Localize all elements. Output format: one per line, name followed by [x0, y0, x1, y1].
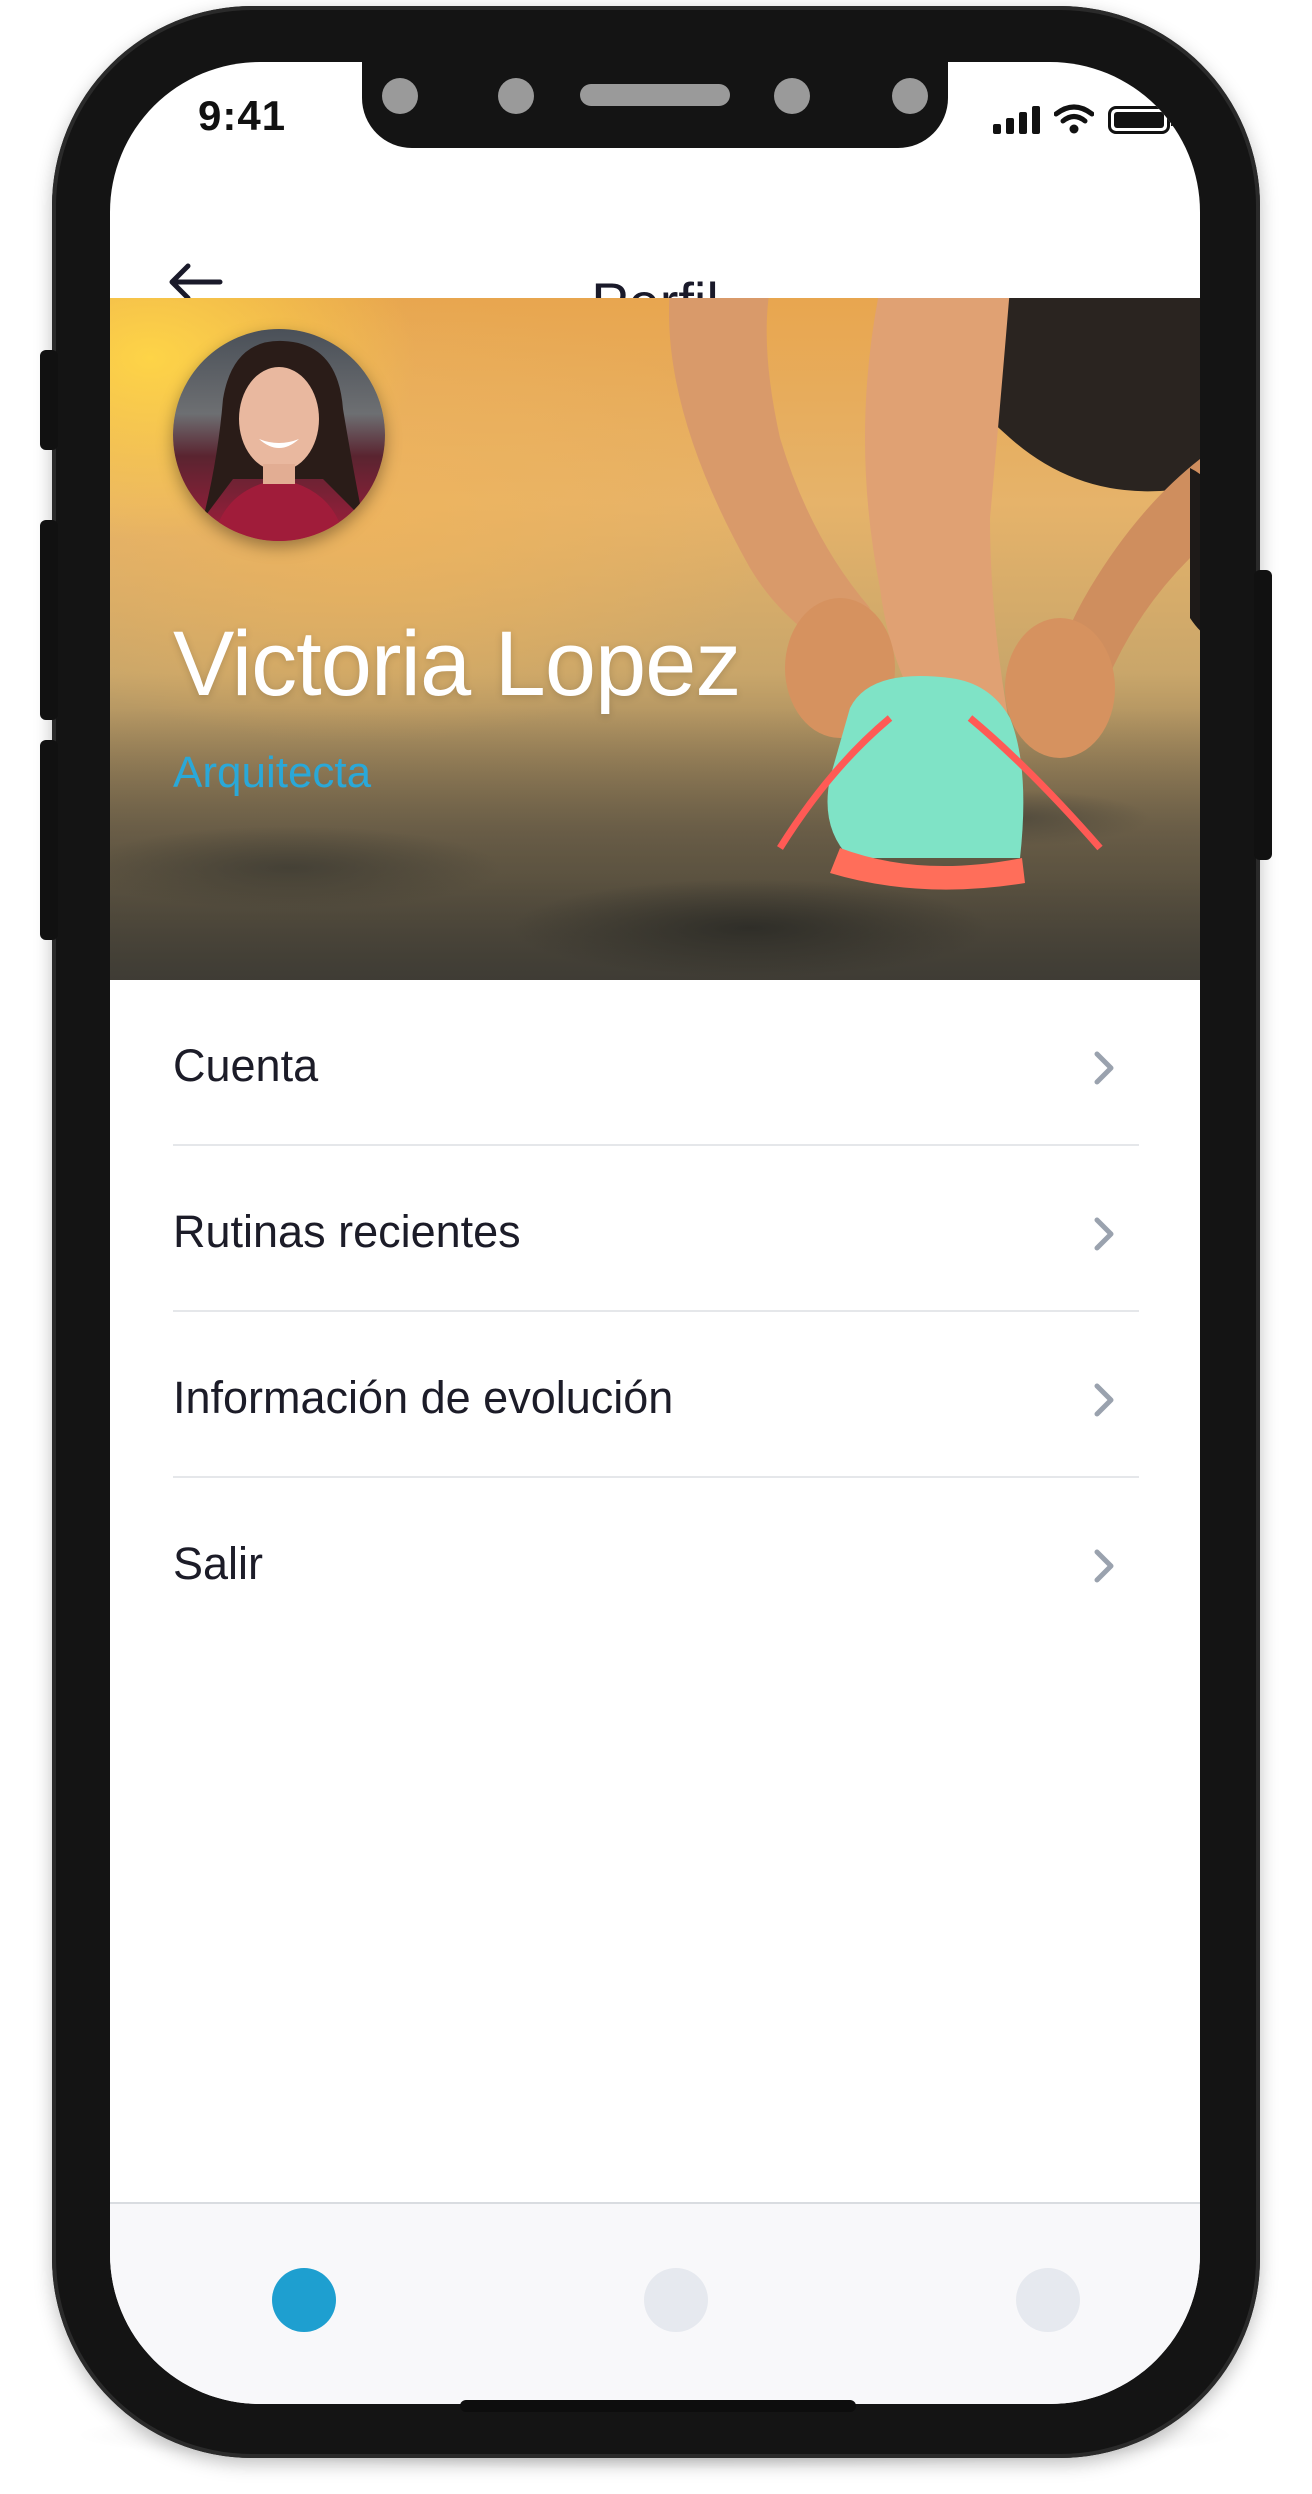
sensor-dot [774, 78, 810, 114]
earpiece-speaker [580, 84, 730, 106]
menu-item-label: Información de evolución [173, 1372, 674, 1423]
menu-item-salir[interactable]: Salir [173, 1478, 1139, 1642]
sensor-dot [498, 78, 534, 114]
notch [362, 62, 948, 148]
bottom-navigation [110, 2202, 1200, 2404]
avatar[interactable] [173, 329, 385, 541]
profile-cover-photo: Victoria Lopez Arquitecta [110, 298, 1200, 980]
menu-item-label: Salir [173, 1538, 264, 1589]
menu-item-informacion-de-evolucion[interactable]: Información de evolución [173, 1312, 1139, 1478]
user-role: Arquitecta [173, 748, 372, 797]
wifi-icon [1054, 104, 1094, 134]
battery-icon [1108, 106, 1175, 134]
device-mockup: 9:41 Perfil [0, 0, 1312, 2494]
mute-switch [40, 350, 58, 450]
power-button [1254, 570, 1272, 860]
nav-tab-1[interactable] [272, 2268, 336, 2332]
profile-menu: Cuenta Rutinas recientes Información de … [173, 980, 1139, 1642]
home-indicator[interactable] [460, 2400, 856, 2412]
nav-tab-3[interactable] [1016, 2268, 1080, 2332]
status-time: 9:41 [198, 92, 287, 139]
sensor-dot [382, 78, 418, 114]
user-name: Victoria Lopez [173, 613, 741, 715]
chevron-right-icon [1094, 1217, 1114, 1251]
menu-item-label: Cuenta [173, 1040, 319, 1091]
phone-screen: 9:41 Perfil [110, 62, 1200, 2404]
status-icons [993, 104, 1175, 134]
front-camera [892, 78, 928, 114]
chevron-right-icon [1094, 1383, 1114, 1417]
nav-tab-2[interactable] [644, 2268, 708, 2332]
volume-down-button [40, 740, 58, 940]
cellular-signal-icon [993, 104, 1040, 134]
chevron-right-icon [1094, 1051, 1114, 1085]
menu-item-cuenta[interactable]: Cuenta [173, 980, 1139, 1146]
chevron-right-icon [1094, 1549, 1114, 1583]
menu-item-rutinas-recientes[interactable]: Rutinas recientes [173, 1146, 1139, 1312]
avatar-portrait [203, 340, 363, 541]
menu-item-label: Rutinas recientes [173, 1206, 521, 1257]
volume-up-button [40, 520, 58, 720]
